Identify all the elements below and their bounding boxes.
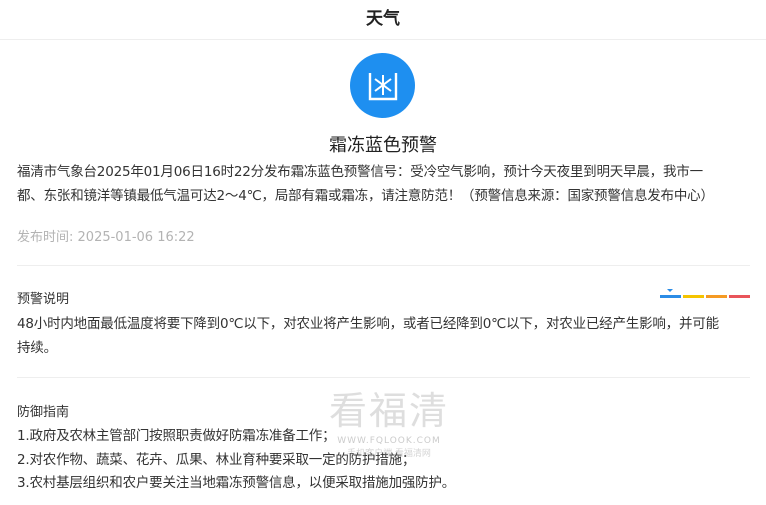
alert-text: 福清市气象台2025年01月06日16时22分发布霜冻蓝色预警信号：受冷空气影响… (17, 160, 759, 208)
publish-label: 发布时间: (17, 230, 74, 245)
warning-level-indicator (660, 289, 750, 299)
frost-warning-badge (350, 53, 415, 118)
alert-text-line: 福清市气象台2025年01月06日16时22分发布霜冻蓝色预警信号：受冷空气影响… (17, 164, 703, 180)
alert-text-line: 都、东张和镜洋等镇最低气温可达2～4℃，局部有霜或霜冻，请注意防范！（预警信息来… (17, 188, 714, 204)
app-header: 天气 (0, 0, 766, 40)
description-line: 持续。 (17, 339, 57, 356)
guide-title: 防御指南 (17, 405, 70, 420)
description-body: 48小时内地面最低温度将要下降到0℃以下，对农业将产生影响，或者已经降到0℃以下… (17, 313, 757, 360)
watermark: 看福清 WWW.FQLOOK.COM 手机客户端 看福清网 (314, 388, 464, 478)
publish-value: 2025-01-06 16:22 (77, 230, 195, 245)
description-line: 48小时内地面最低温度将要下降到0℃以下，对农业将产生影响，或者已经降到0℃以下… (17, 316, 719, 332)
page-title: 天气 (366, 9, 400, 29)
level-yellow (683, 295, 704, 298)
watermark-sub: 手机客户端 看福清网 (347, 449, 431, 459)
description-title: 预警说明 (17, 292, 70, 307)
watermark-url: WWW.FQLOOK.COM (337, 436, 441, 446)
level-blue (660, 295, 681, 298)
watermark-logo: 看福清 (328, 389, 449, 433)
level-orange (706, 295, 727, 298)
frost-warning-icon (368, 73, 398, 101)
level-red (729, 295, 750, 298)
divider (17, 265, 750, 266)
publish-time: 发布时间: 2025-01-06 16:22 (17, 226, 195, 245)
divider (17, 377, 750, 378)
current-level-marker (667, 289, 673, 292)
alert-title: 霜冻蓝色预警 (329, 135, 437, 156)
